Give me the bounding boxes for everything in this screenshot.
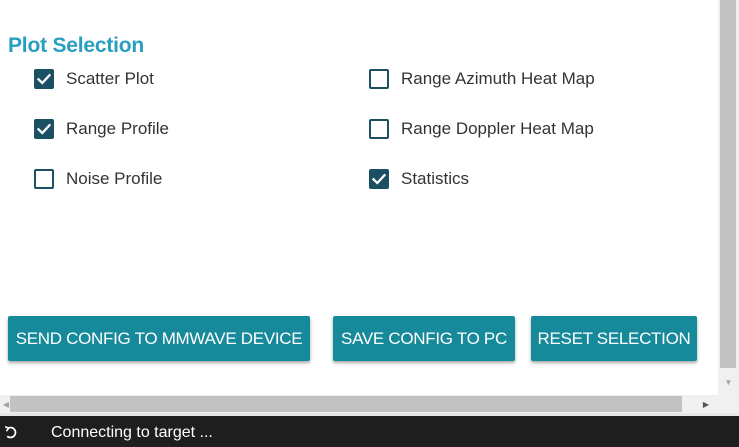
vertical-scrollbar[interactable]: ▼ bbox=[718, 0, 739, 395]
checkbox-label: Scatter Plot bbox=[66, 69, 154, 88]
check-icon bbox=[36, 73, 52, 85]
spinner-icon bbox=[4, 425, 17, 439]
checkbox-box[interactable] bbox=[369, 69, 389, 89]
checkbox-box[interactable] bbox=[369, 119, 389, 139]
checkbox-box[interactable] bbox=[34, 119, 54, 139]
config-panel: Plot Selection Scatter Plot Range Profil… bbox=[0, 0, 718, 395]
send-config-button[interactable]: SEND CONFIG TO MMWAVE DEVICE bbox=[8, 316, 310, 361]
vertical-scrollbar-thumb[interactable] bbox=[720, 0, 736, 368]
status-text: Connecting to target ... bbox=[51, 424, 213, 441]
horizontal-scrollbar[interactable]: ◀ ▶ bbox=[0, 395, 739, 413]
checkbox-box[interactable] bbox=[34, 69, 54, 89]
scroll-down-arrow-icon[interactable]: ▼ bbox=[718, 373, 739, 391]
checkbox-range-profile[interactable]: Range Profile bbox=[34, 117, 169, 141]
scroll-right-arrow-icon[interactable]: ▶ bbox=[700, 395, 712, 413]
section-title-plot-selection: Plot Selection bbox=[8, 34, 145, 57]
status-bar: Connecting to target ... bbox=[0, 416, 739, 447]
checkbox-label: Statistics bbox=[401, 169, 470, 188]
check-icon bbox=[371, 173, 387, 185]
checkbox-statistics[interactable]: Statistics bbox=[369, 167, 469, 191]
checkbox-noise-profile[interactable]: Noise Profile bbox=[34, 167, 162, 191]
checkbox-range-azimuth-heat-map[interactable]: Range Azimuth Heat Map bbox=[369, 67, 595, 91]
checkbox-label: Range Azimuth Heat Map bbox=[401, 69, 595, 88]
app-window: Plot Selection Scatter Plot Range Profil… bbox=[0, 0, 739, 447]
horizontal-scrollbar-thumb[interactable] bbox=[10, 396, 682, 412]
checkbox-label: Range Doppler Heat Map bbox=[401, 119, 594, 138]
checkbox-box[interactable] bbox=[369, 169, 389, 189]
checkbox-box[interactable] bbox=[34, 169, 54, 189]
checkbox-range-doppler-heat-map[interactable]: Range Doppler Heat Map bbox=[369, 117, 594, 141]
checkbox-scatter-plot[interactable]: Scatter Plot bbox=[34, 67, 154, 91]
checkbox-label: Noise Profile bbox=[66, 169, 163, 188]
check-icon bbox=[36, 123, 52, 135]
save-config-button[interactable]: SAVE CONFIG TO PC bbox=[333, 316, 515, 361]
checkbox-label: Range Profile bbox=[66, 119, 170, 138]
reset-selection-button[interactable]: RESET SELECTION bbox=[531, 316, 697, 361]
